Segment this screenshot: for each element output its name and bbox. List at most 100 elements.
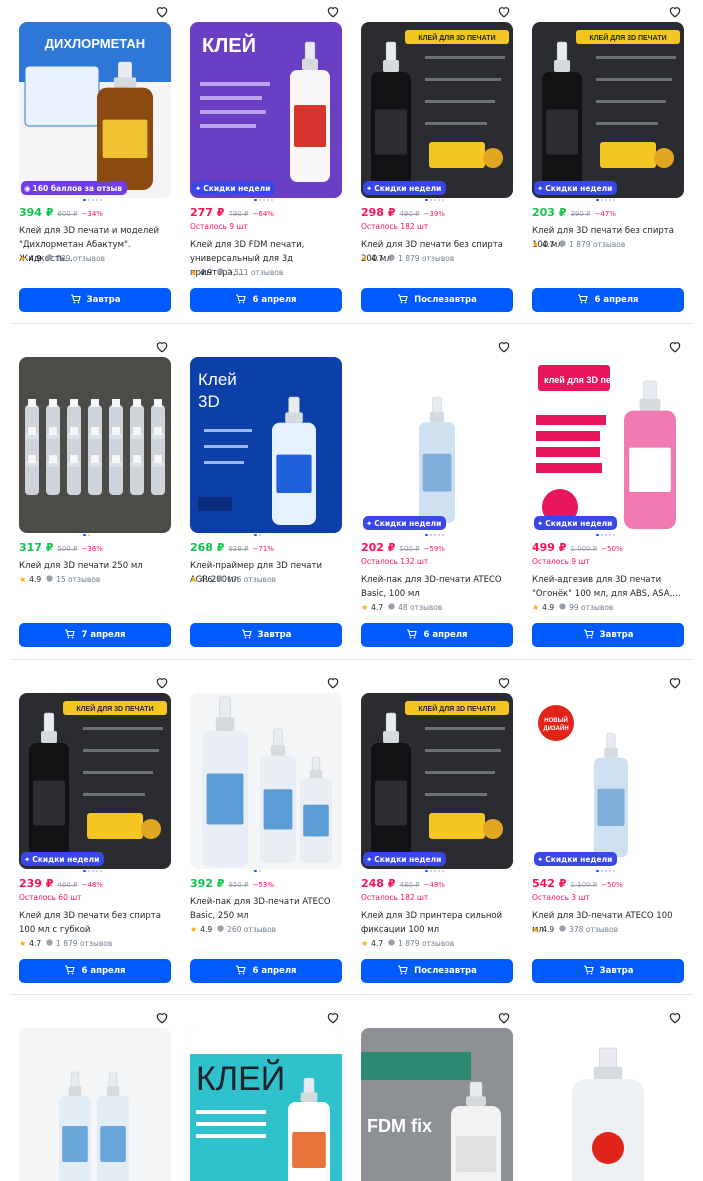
discount-percent: −48%	[423, 881, 445, 889]
product-title[interactable]: Клей для 3D печати 250 мл	[19, 559, 171, 573]
rating-row: ★ 4.9 789 отзывов	[19, 254, 105, 263]
favorite-heart-icon[interactable]	[151, 671, 173, 693]
favorite-heart-icon[interactable]	[493, 1006, 515, 1028]
pager-dot	[254, 534, 257, 536]
favorite-heart-icon[interactable]	[322, 335, 344, 357]
delivery-button[interactable]: 6 апреля	[361, 623, 513, 647]
favorite-heart-icon[interactable]	[664, 335, 686, 357]
product-image[interactable]	[532, 1028, 684, 1181]
old-price: 929 ₽	[228, 545, 249, 553]
delivery-button[interactable]: Послезавтра	[361, 959, 513, 983]
pager-dot	[100, 870, 102, 872]
delivery-button[interactable]: 6 апреля	[190, 959, 342, 983]
product-image[interactable]	[361, 357, 513, 533]
stock-left: Осталось 9 шт	[190, 222, 248, 231]
pager-dot	[430, 534, 432, 536]
discount-percent: −36%	[81, 545, 103, 553]
reviews-count: 15 отзывов	[56, 575, 101, 584]
product-image[interactable]: КЛЕЙ ДЛЯ 3D ПЕЧАТИ	[361, 22, 513, 198]
delivery-button[interactable]: Завтра	[19, 288, 171, 312]
image-pager[interactable]	[254, 534, 261, 538]
promo-badge: ✦ Скидки недели	[534, 852, 618, 866]
favorite-heart-icon[interactable]	[151, 335, 173, 357]
rating-value: 4.7	[542, 240, 555, 249]
favorite-heart-icon[interactable]	[322, 0, 344, 22]
favorite-heart-icon[interactable]	[493, 335, 515, 357]
product-image[interactable]: КЛЕЙ ДЛЯ 3D ПЕЧАТИ	[361, 693, 513, 869]
favorite-heart-icon[interactable]	[664, 0, 686, 22]
delivery-button[interactable]: 6 апреля	[190, 288, 342, 312]
product-title[interactable]: Клей-пак для 3D-печати ATECO Basic, 250 …	[190, 895, 342, 923]
rating-row: ★ 4.7 1 879 отзывов	[361, 939, 454, 948]
cart-icon	[64, 964, 76, 978]
image-pager[interactable]	[83, 199, 102, 203]
cart-icon	[583, 628, 594, 642]
promo-badge: ✦ Скидки недели	[192, 181, 276, 195]
reviews-icon	[559, 925, 566, 934]
product-title[interactable]: Клей для 3D печати без спирта 100 мл с г…	[19, 909, 171, 937]
favorite-heart-icon[interactable]	[493, 0, 515, 22]
image-pager[interactable]	[425, 199, 444, 203]
reviews-icon	[217, 268, 224, 277]
rating-value: 4.7	[371, 939, 384, 948]
favorite-heart-icon[interactable]	[151, 1006, 173, 1028]
delivery-button[interactable]: Завтра	[532, 623, 684, 647]
product-image[interactable]: клей для 3D печати	[532, 357, 684, 533]
delivery-button[interactable]: 6 апреля	[19, 959, 171, 983]
image-pager[interactable]	[596, 870, 615, 874]
pager-dot	[438, 870, 440, 872]
product-title[interactable]: Клей-адгезив для 3D печати "Огонёк" 100 …	[532, 573, 684, 601]
delivery-button[interactable]: Завтра	[532, 959, 684, 983]
product-image[interactable]: Клей 3D	[190, 357, 342, 533]
pager-dot	[430, 199, 432, 201]
product-title[interactable]: Клей-пак для 3D-печати ATECO Basic, 100 …	[361, 573, 513, 601]
stock-left: Осталось 60 шт	[19, 893, 82, 902]
old-price: 480 ₽	[399, 881, 420, 889]
product-image[interactable]: КЛЕЙ ДЛЯ 3D ПЕЧАТИ	[532, 22, 684, 198]
pager-dot	[96, 870, 98, 872]
rating-value: 4.9	[542, 925, 555, 934]
svg-text:КЛЕЙ ДЛЯ 3D ПЕЧАТИ: КЛЕЙ ДЛЯ 3D ПЕЧАТИ	[76, 704, 153, 713]
image-pager[interactable]	[254, 199, 273, 203]
favorite-heart-icon[interactable]	[493, 671, 515, 693]
product-image[interactable]: НОВЫЙ ДИЗАЙН	[532, 693, 684, 869]
badge-label: Скидки недели	[374, 854, 442, 864]
pager-dot	[88, 199, 90, 201]
product-image[interactable]: ДИХЛОРМЕТАН	[19, 22, 171, 198]
pager-dot	[442, 199, 444, 201]
image-pager[interactable]	[425, 870, 444, 874]
pager-dot	[88, 534, 90, 536]
favorite-heart-icon[interactable]	[322, 1006, 344, 1028]
pager-dot	[254, 870, 257, 872]
current-price: 542 ₽	[532, 877, 567, 890]
delivery-button[interactable]: Послезавтра	[361, 288, 513, 312]
image-pager[interactable]	[425, 534, 444, 538]
delivery-button[interactable]: Завтра	[190, 623, 342, 647]
image-pager[interactable]	[254, 870, 261, 874]
image-pager[interactable]	[83, 534, 90, 538]
pager-dot	[92, 870, 94, 872]
current-price: 248 ₽	[361, 877, 396, 890]
favorite-heart-icon[interactable]	[664, 1006, 686, 1028]
product-image[interactable]	[190, 693, 342, 869]
product-image[interactable]: FDM fix	[361, 1028, 513, 1181]
image-pager[interactable]	[596, 534, 615, 538]
product-image[interactable]: КЛЕЙ	[190, 1028, 342, 1181]
delivery-button[interactable]: 6 апреля	[532, 288, 684, 312]
product-image[interactable]	[19, 357, 171, 533]
product-title[interactable]: Клей для 3D принтера сильной фиксации 10…	[361, 909, 513, 937]
flame-icon: ✦	[537, 854, 544, 864]
discount-percent: −64%	[252, 210, 274, 218]
favorite-heart-icon[interactable]	[664, 671, 686, 693]
favorite-heart-icon[interactable]	[322, 671, 344, 693]
image-pager[interactable]	[596, 199, 615, 203]
product-image[interactable]: КЛЕЙ ДЛЯ 3D ПЕЧАТИ	[19, 693, 171, 869]
favorite-heart-icon[interactable]	[151, 0, 173, 22]
pager-dot	[442, 870, 444, 872]
product-image[interactable]	[19, 1028, 171, 1181]
badge-label: Скидки недели	[203, 183, 271, 193]
image-pager[interactable]	[83, 870, 102, 874]
rating-value: 4.9	[200, 925, 213, 934]
delivery-button[interactable]: 7 апреля	[19, 623, 171, 647]
product-image[interactable]: КЛЕЙ	[190, 22, 342, 198]
